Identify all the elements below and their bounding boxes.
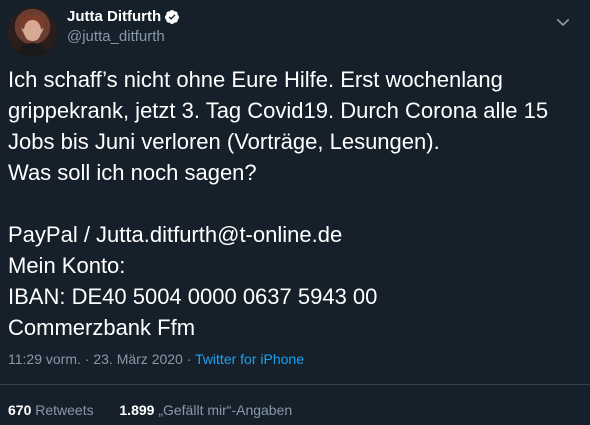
meta-separator: · [182,351,196,367]
avatar[interactable] [8,8,57,57]
tweet-time[interactable]: 11:29 vorm. [8,351,81,367]
tweet-source-link[interactable]: Twitter for iPhone [195,351,304,367]
avatar-face [24,20,41,41]
retweets-label[interactable]: Retweets [35,402,93,418]
tweet-text: Ich schaff’s nicht ohne Eure Hilfe. Erst… [8,67,549,340]
tweet-stats: 670 Retweets 1.899 „Gefällt mir“-Angaben [8,401,292,419]
tweet-date[interactable]: 23. März 2020 [93,351,183,367]
retweets-count[interactable]: 670 [8,402,31,418]
chevron-down-icon[interactable] [554,13,572,31]
divider [0,384,590,385]
tweet-header: Jutta Ditfurth @jutta_ditfurth [8,0,582,60]
author-names: Jutta Ditfurth @jutta_ditfurth [67,7,180,47]
author-handle[interactable]: @jutta_ditfurth [67,27,180,47]
verified-badge-icon [164,9,180,25]
tweet-meta: 11:29 vorm. · 23. März 2020 · Twitter fo… [8,350,304,368]
author-display-name[interactable]: Jutta Ditfurth [67,7,161,27]
likes-count[interactable]: 1.899 [119,402,154,418]
likes-label[interactable]: „Gefällt mir“-Angaben [158,402,292,418]
display-name-row: Jutta Ditfurth [67,7,180,27]
meta-separator: · [80,351,94,367]
tweet: Jutta Ditfurth @jutta_ditfurth Ich schaf… [0,0,590,425]
avatar-shoulders [14,43,51,57]
